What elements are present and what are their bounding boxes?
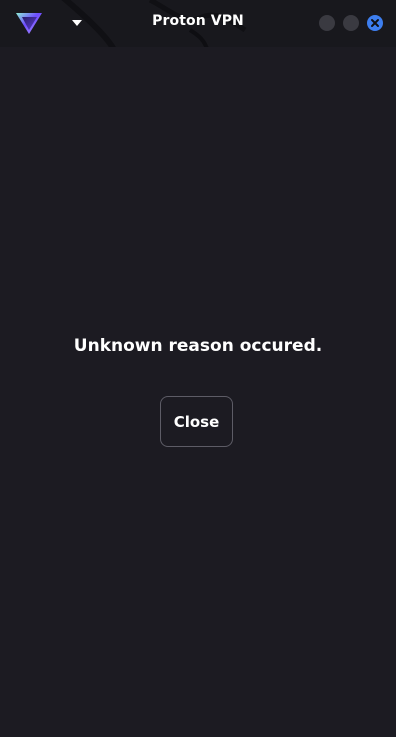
title-bar: Proton VPN bbox=[0, 0, 396, 47]
close-icon bbox=[371, 19, 379, 27]
minimize-button[interactable] bbox=[319, 15, 335, 31]
maximize-button[interactable] bbox=[343, 15, 359, 31]
app-window: Proton VPN Unknown reason occured. Close bbox=[0, 0, 396, 737]
close-button[interactable]: Close bbox=[160, 396, 233, 447]
window-close-button[interactable] bbox=[367, 15, 383, 31]
window-title: Proton VPN bbox=[152, 13, 244, 29]
error-message: Unknown reason occured. bbox=[73, 336, 323, 356]
dialog-content: Unknown reason occured. Close bbox=[0, 47, 396, 737]
